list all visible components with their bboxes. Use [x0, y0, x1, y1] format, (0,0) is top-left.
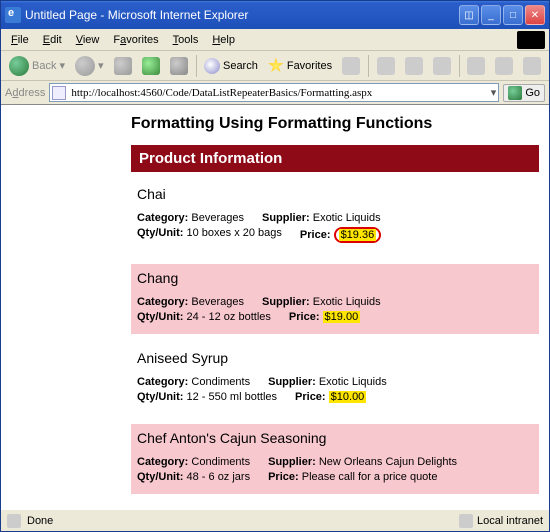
content-area: Formatting Using Formatting Functions Pr… [1, 105, 549, 509]
mail-icon [377, 57, 395, 75]
search-button[interactable]: Search [200, 56, 262, 76]
price-field: Price: $19.00 [289, 311, 360, 323]
product-item: Chef Anton's Cajun Seasoning Category: C… [131, 424, 539, 494]
throbber-icon [517, 31, 545, 49]
menu-favorites[interactable]: Favorites [107, 32, 164, 48]
section-header: Product Information [131, 145, 539, 172]
back-button[interactable]: Back ▾ [5, 54, 69, 78]
statusbar: Done Local intranet [1, 509, 549, 531]
stop-button[interactable] [110, 55, 136, 77]
forward-button[interactable]: ▾ [71, 54, 108, 78]
product-item: Aniseed Syrup Category: Condiments Suppl… [131, 344, 539, 414]
price-value: Please call for a price quote [302, 471, 438, 483]
print-button[interactable] [401, 55, 427, 77]
go-label: Go [525, 87, 540, 99]
star-icon [268, 58, 284, 74]
ext1-icon [467, 57, 485, 75]
product-name: Aniseed Syrup [137, 350, 533, 366]
price-value: $10.00 [329, 391, 367, 403]
print-icon [405, 57, 423, 75]
toolbar: Back ▾ ▾ Search Favorites [1, 51, 549, 81]
ext2-icon [495, 57, 513, 75]
edit-icon [433, 57, 451, 75]
category-field: Category: Beverages [137, 296, 244, 308]
zone-icon [459, 514, 473, 528]
address-input[interactable] [69, 86, 487, 100]
qty-field: Qty/Unit: 10 boxes x 20 bags [137, 227, 282, 243]
favorites-label: Favorites [287, 60, 332, 72]
home-icon [170, 57, 188, 75]
ext1-button[interactable] [463, 55, 489, 77]
price-value: $19.36 [339, 229, 377, 241]
price-value: $19.00 [323, 311, 361, 323]
category-field: Category: Condiments [137, 456, 250, 468]
address-bar: Address ▾ Go [1, 81, 549, 105]
qty-field: Qty/Unit: 24 - 12 oz bottles [137, 311, 271, 323]
status-text: Done [27, 515, 53, 527]
home-button[interactable] [166, 55, 192, 77]
supplier-field: Supplier: Exotic Liquids [268, 376, 387, 388]
back-label: Back [32, 60, 56, 72]
address-dropdown-icon[interactable]: ▾ [491, 86, 497, 99]
search-label: Search [223, 60, 258, 72]
history-button[interactable] [338, 55, 364, 77]
supplier-field: Supplier: Exotic Liquids [262, 296, 381, 308]
address-box[interactable]: ▾ [49, 83, 499, 102]
qty-field: Qty/Unit: 48 - 6 oz jars [137, 471, 250, 483]
menubar: File Edit View Favorites Tools Help [1, 29, 549, 51]
ext3-icon [523, 57, 541, 75]
restore-alt-button[interactable]: ◫ [459, 5, 479, 25]
page-title: Formatting Using Formatting Functions [131, 115, 539, 133]
page-icon [52, 86, 66, 100]
mail-button[interactable] [373, 55, 399, 77]
refresh-icon [142, 57, 160, 75]
ext2-button[interactable] [491, 55, 517, 77]
menu-tools[interactable]: Tools [167, 32, 205, 48]
zone-text: Local intranet [477, 515, 543, 527]
ie-icon [5, 7, 21, 23]
titlebar: Untitled Page - Microsoft Internet Explo… [1, 1, 549, 29]
product-name: Chai [137, 186, 533, 202]
close-button[interactable]: ✕ [525, 5, 545, 25]
price-field: Price: Please call for a price quote [268, 471, 437, 483]
supplier-field: Supplier: New Orleans Cajun Delights [268, 456, 457, 468]
stop-icon [114, 57, 132, 75]
favorites-button[interactable]: Favorites [264, 56, 336, 76]
address-label: Address [5, 87, 45, 99]
product-item: Chai Category: Beverages Supplier: Exoti… [131, 180, 539, 254]
price-annotation: $19.36 [334, 227, 382, 243]
history-icon [342, 57, 360, 75]
category-field: Category: Beverages [137, 212, 244, 224]
menu-view[interactable]: View [70, 32, 106, 48]
menu-edit[interactable]: Edit [37, 32, 68, 48]
price-field: Price: $10.00 [295, 391, 366, 403]
menu-help[interactable]: Help [206, 32, 241, 48]
supplier-field: Supplier: Exotic Liquids [262, 212, 381, 224]
minimize-button[interactable]: _ [481, 5, 501, 25]
back-icon [9, 56, 29, 76]
product-item: Chang Category: Beverages Supplier: Exot… [131, 264, 539, 334]
go-icon [508, 86, 522, 100]
edit-button[interactable] [429, 55, 455, 77]
ext3-button[interactable] [519, 55, 545, 77]
search-icon [204, 58, 220, 74]
product-name: Chef Anton's Cajun Seasoning [137, 430, 533, 446]
price-field: Price: $19.36 [300, 227, 381, 243]
maximize-button[interactable]: □ [503, 5, 523, 25]
category-field: Category: Condiments [137, 376, 250, 388]
refresh-button[interactable] [138, 55, 164, 77]
forward-icon [75, 56, 95, 76]
go-button[interactable]: Go [503, 84, 545, 102]
product-name: Chang [137, 270, 533, 286]
qty-field: Qty/Unit: 12 - 550 ml bottles [137, 391, 277, 403]
done-icon [7, 514, 21, 528]
menu-file[interactable]: File [5, 32, 35, 48]
window-title: Untitled Page - Microsoft Internet Explo… [25, 8, 459, 22]
